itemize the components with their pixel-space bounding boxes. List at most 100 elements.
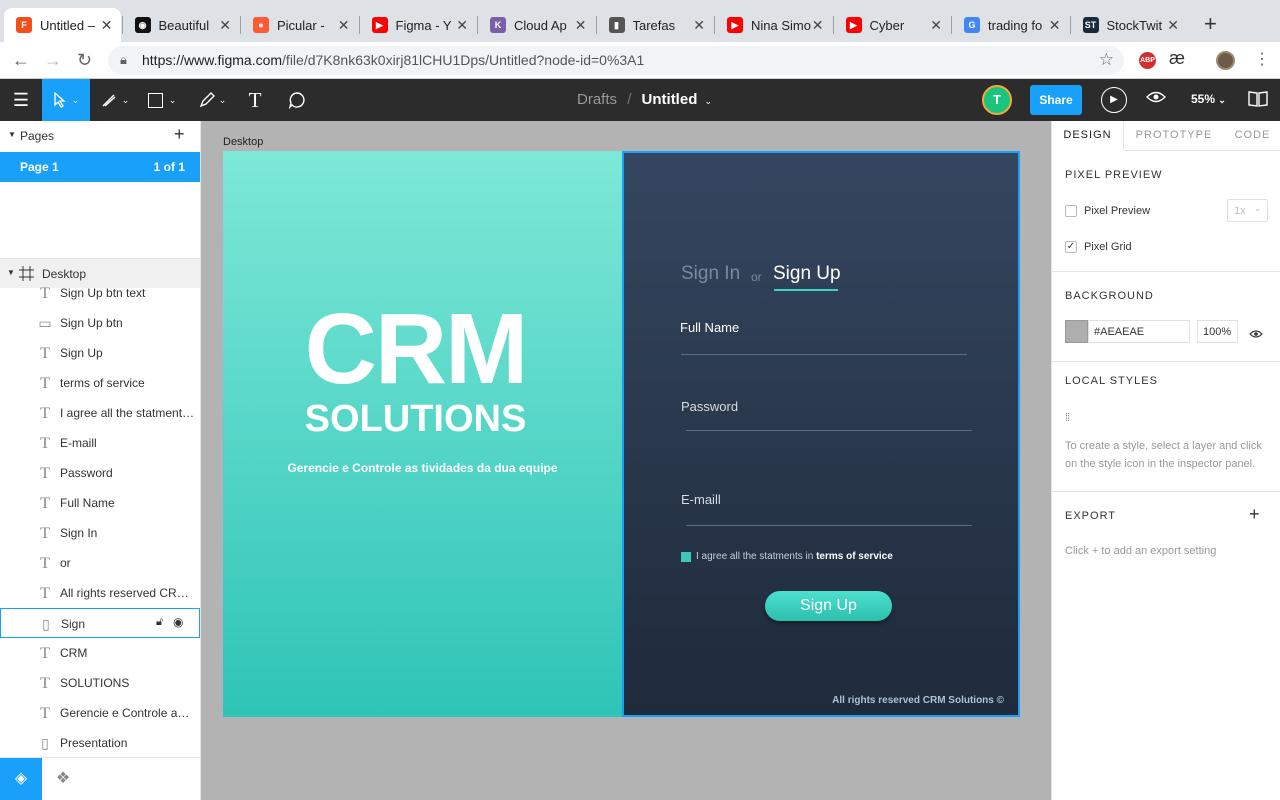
hamburger-menu-icon[interactable]: ☰: [0, 79, 42, 121]
browser-tab[interactable]: F Untitled – ✕: [4, 8, 121, 42]
tab-prototype[interactable]: PROTOTYPE: [1124, 121, 1224, 150]
tagline-text[interactable]: Gerencie e Controle as tividades da dua …: [223, 461, 622, 475]
layer-row[interactable]: T Gerencie e Controle as tiv...: [0, 698, 200, 728]
password-label[interactable]: Password: [681, 399, 738, 414]
zoom-level[interactable]: 55% ⌄: [1191, 92, 1226, 106]
layer-row[interactable]: T CRM: [0, 638, 200, 668]
pixel-preview-scale-select[interactable]: 1x ⌄: [1227, 199, 1268, 222]
new-tab-plus-icon[interactable]: +: [1204, 11, 1217, 37]
rectangle-tool-icon[interactable]: ⌄: [140, 79, 184, 121]
layer-row[interactable]: Tterms of service: [0, 368, 200, 398]
tab-close-icon[interactable]: ✕: [812, 17, 824, 34]
layers-tab-icon[interactable]: ◈: [0, 758, 42, 800]
add-page-plus-icon[interactable]: +: [174, 124, 185, 145]
browser-tab[interactable]: Gtrading fo ✕: [952, 8, 1069, 42]
layer-row[interactable]: T Sign In: [0, 518, 200, 548]
solutions-heading[interactable]: SOLUTIONS: [223, 399, 608, 439]
layer-row[interactable]: T E-maill: [0, 428, 200, 458]
layer-row[interactable]: ▯ Presentation: [0, 728, 200, 758]
present-play-icon[interactable]: ▶: [1101, 87, 1127, 113]
tab-design[interactable]: DESIGN: [1052, 121, 1124, 150]
agree-text[interactable]: I agree all the statments in terms of se…: [696, 551, 893, 562]
url-text[interactable]: https://www.figma.com/file/d7K8nk63k0xir…: [142, 52, 644, 68]
background-opacity-input[interactable]: 100%: [1197, 320, 1238, 343]
layer-row[interactable]: T All rights reserved CRM S...: [0, 578, 200, 608]
unlock-icon[interactable]: 🔓︎: [156, 616, 163, 629]
browser-tab[interactable]: ST StockTwit ✕: [1071, 8, 1188, 42]
visibility-eye-icon[interactable]: [1249, 326, 1263, 344]
footer-copyright-text[interactable]: All rights reserved CRM Solutions ©: [832, 695, 1004, 706]
file-title[interactable]: Untitled: [642, 91, 698, 108]
chevron-down-icon[interactable]: ⌄: [705, 96, 713, 106]
terms-of-service-link[interactable]: terms of service: [816, 551, 893, 562]
tab-close-icon[interactable]: ✕: [456, 17, 468, 34]
bookmark-star-icon[interactable]: ☆: [1099, 50, 1114, 70]
layer-row[interactable]: T I agree all the statments in: [0, 398, 200, 428]
profile-avatar-icon[interactable]: [1216, 51, 1235, 70]
user-avatar[interactable]: T: [982, 85, 1012, 115]
full-name-label[interactable]: Full Name: [680, 320, 739, 335]
layer-row[interactable]: Tor: [0, 548, 200, 578]
browser-tab[interactable]: ◉ Beautiful ✕: [123, 8, 240, 42]
chrome-menu-icon[interactable]: ⋮: [1254, 49, 1270, 69]
address-bar[interactable]: 🔒︎ https://www.figma.com/file/d7K8nk63k0…: [108, 46, 1124, 75]
crm-heading[interactable]: CRM: [223, 294, 608, 404]
collapse-triangle-icon[interactable]: ▼: [8, 130, 16, 139]
share-button[interactable]: Share: [1030, 85, 1082, 115]
layer-row[interactable]: ▯ Sign 🔓︎ ◉: [0, 608, 200, 638]
sign-up-button[interactable]: Sign Up: [765, 591, 892, 621]
back-arrow-icon[interactable]: ←: [12, 50, 30, 71]
browser-tab[interactable]: ▶ Cyber ✕: [834, 8, 951, 42]
browser-tab[interactable]: ● Picular - ✕: [241, 8, 358, 42]
tab-close-icon[interactable]: ✕: [219, 17, 231, 34]
pixel-preview-checkbox[interactable]: [1065, 205, 1077, 217]
canvas[interactable]: Desktop CRM SOLUTIONS Gerencie e Control…: [201, 121, 1268, 800]
layer-row[interactable]: T Password: [0, 458, 200, 488]
frame-tool-icon[interactable]: ⌄: [92, 79, 136, 121]
sign-in-text[interactable]: Sign In: [681, 263, 740, 285]
sign-up-tab-text[interactable]: Sign Up: [773, 263, 841, 285]
background-color-swatch[interactable]: [1065, 320, 1088, 343]
background-hex-input[interactable]: #AEAEAE: [1088, 320, 1190, 343]
email-label[interactable]: E-maill: [681, 492, 721, 507]
layer-row[interactable]: ▭ Sign Up btn: [0, 308, 200, 338]
tab-close-icon[interactable]: ✕: [1167, 17, 1179, 34]
library-book-icon[interactable]: [1248, 90, 1268, 113]
view-eye-icon[interactable]: [1146, 90, 1166, 109]
tab-close-icon[interactable]: ✕: [338, 17, 350, 34]
frame-label[interactable]: Desktop: [223, 136, 263, 148]
breadcrumb-drafts[interactable]: Drafts: [577, 91, 617, 108]
layer-row[interactable]: T Sign Up: [0, 338, 200, 368]
tab-close-icon[interactable]: ✕: [930, 17, 942, 34]
pen-tool-icon[interactable]: ⌄: [190, 79, 234, 121]
ae-extension-icon[interactable]: æ: [1169, 48, 1185, 69]
components-tab-icon[interactable]: ❖: [42, 758, 84, 800]
forward-arrow-icon[interactable]: →: [44, 50, 62, 71]
collapse-triangle-icon[interactable]: ▼: [7, 268, 15, 277]
page-item[interactable]: Page 1 1 of 1: [0, 152, 200, 182]
layer-row[interactable]: T Sign Up btn text: [0, 278, 200, 308]
presentation-panel[interactable]: CRM SOLUTIONS Gerencie e Controle as tiv…: [223, 151, 622, 717]
add-export-plus-icon[interactable]: +: [1249, 504, 1260, 525]
browser-tab[interactable]: ▶ Figma - Y ✕: [360, 8, 477, 42]
browser-tab[interactable]: ▶ Nina Simo ✕: [715, 8, 832, 42]
visibility-eye-icon[interactable]: ◉: [173, 615, 183, 629]
tab-close-icon[interactable]: ✕: [693, 17, 705, 34]
sign-panel[interactable]: Sign In or Sign Up Full Name Password E-…: [622, 151, 1020, 717]
layer-row[interactable]: T Full Name: [0, 488, 200, 518]
tab-close-icon[interactable]: ✕: [101, 17, 113, 34]
browser-tab[interactable]: ▮ Tarefas ✕: [597, 8, 714, 42]
comment-tool-icon[interactable]: [282, 79, 312, 121]
tab-close-icon[interactable]: ✕: [1049, 17, 1061, 34]
adblock-extension-icon[interactable]: ABP: [1139, 52, 1156, 69]
reload-icon[interactable]: ↻: [77, 50, 92, 71]
text-tool-icon[interactable]: T: [240, 79, 270, 121]
or-text[interactable]: or: [751, 270, 762, 284]
tab-code[interactable]: CODE: [1224, 121, 1280, 150]
browser-tab[interactable]: K Cloud Ap ✕: [478, 8, 595, 42]
pixel-grid-checkbox[interactable]: ✓: [1065, 241, 1077, 253]
tab-close-icon[interactable]: ✕: [575, 17, 587, 34]
move-tool-icon[interactable]: ⌄: [42, 79, 90, 121]
layer-row[interactable]: T SOLUTIONS: [0, 668, 200, 698]
agree-checkbox[interactable]: [681, 552, 691, 562]
